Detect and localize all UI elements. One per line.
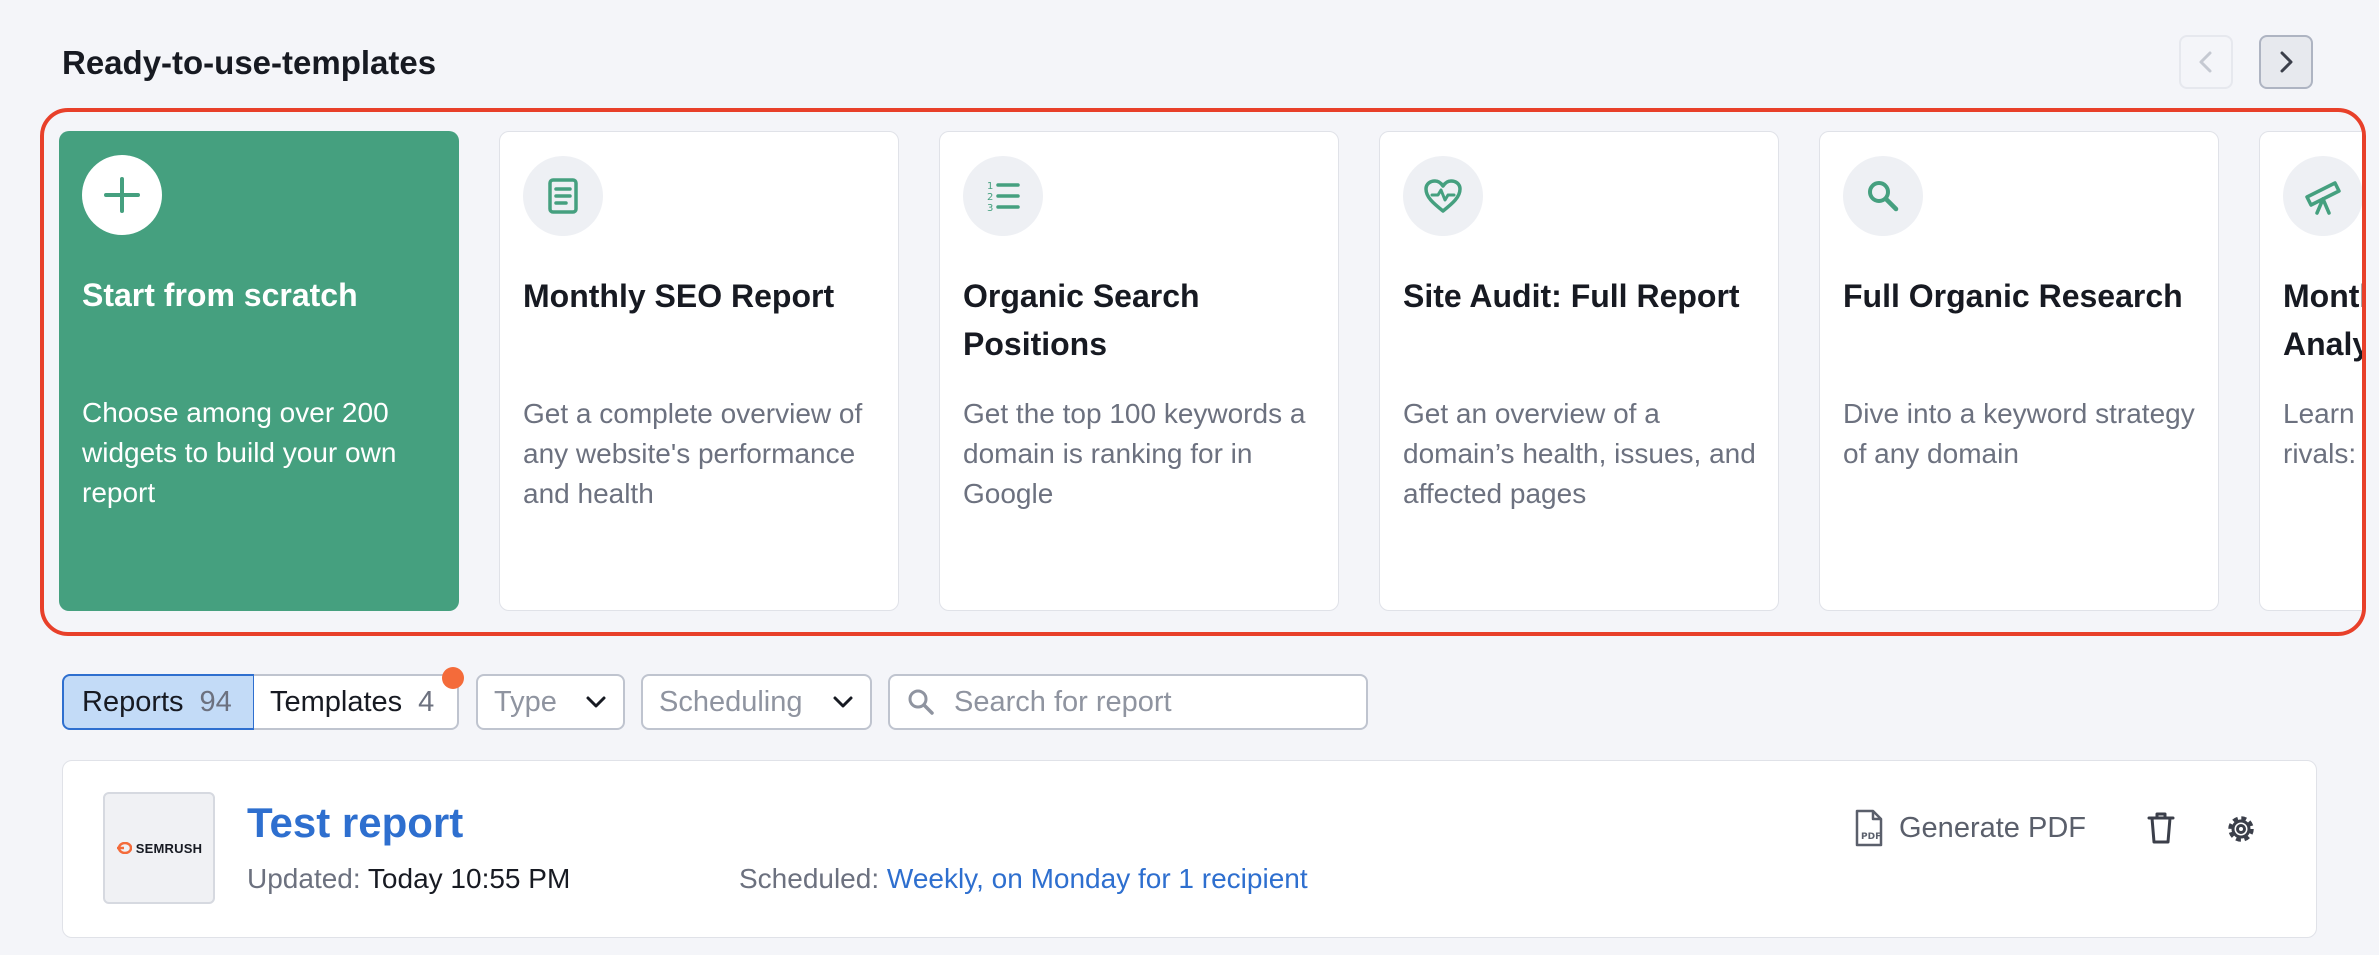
tab-reports[interactable]: Reports 94 [62, 674, 255, 730]
search-icon [1843, 156, 1923, 236]
template-card-title: Full Organic Research [1843, 278, 2183, 314]
template-card-title: Organic Search Positions [963, 278, 1200, 362]
tab-templates[interactable]: Templates 4 [254, 674, 459, 730]
chevron-left-icon [2199, 51, 2212, 73]
template-card-full-organic-research[interactable]: Full Organic Research Dive into a keywor… [1819, 131, 2219, 611]
search-placeholder: Search for report [954, 685, 1172, 718]
logo-text: SEMRUSH [135, 840, 203, 856]
svg-text:2: 2 [987, 192, 993, 203]
scheduling-dropdown-label: Scheduling [659, 685, 803, 718]
generate-pdf-label: Generate PDF [1899, 811, 2086, 844]
chevron-right-icon [2280, 51, 2293, 73]
template-card-site-audit-full-report[interactable]: Site Audit: Full Report Get an overview … [1379, 131, 1779, 611]
tab-templates-count: 4 [418, 685, 435, 718]
carousel-prev-button[interactable] [2179, 35, 2233, 89]
report-thumbnail[interactable]: SEMRUSH [103, 792, 215, 904]
template-card-start-from-scratch[interactable]: Start from scratch Choose among over 200… [59, 131, 459, 611]
report-row: SEMRUSH Test report Updated: Today 10:55… [62, 760, 2317, 938]
template-card-description: Get the top 100 keywords a domain is ran… [963, 398, 1306, 509]
scheduled-link[interactable]: Weekly, on Monday for 1 recipient [887, 863, 1308, 894]
template-card-monthly-competitor-analysis[interactable]: Monthly Competitor Analysis Learn more a… [2259, 131, 2362, 611]
svg-text:1: 1 [987, 181, 993, 192]
chevron-down-icon [586, 696, 606, 708]
generate-pdf-button[interactable]: PDF Generate PDF [1853, 809, 2086, 847]
updated-value: Today 10:55 PM [367, 863, 571, 894]
plus-icon [82, 155, 162, 235]
scheduling-dropdown[interactable]: Scheduling [641, 674, 872, 730]
telescope-icon [2283, 156, 2362, 236]
template-card-description: Get a complete overview of any website's… [523, 398, 863, 509]
tab-templates-label: Templates [270, 685, 403, 718]
settings-button[interactable] [2223, 811, 2259, 852]
tab-reports-count: 94 [199, 685, 232, 718]
search-input[interactable]: Search for report [888, 674, 1368, 730]
document-icon [523, 156, 603, 236]
svg-text:3: 3 [987, 203, 993, 214]
report-updated: Updated: Today 10:55 PM [247, 863, 570, 895]
gear-icon [2228, 816, 2254, 842]
semrush-logo-icon [116, 842, 132, 854]
template-card-monthly-seo-report[interactable]: Monthly SEO Report Get a complete overvi… [499, 131, 899, 611]
template-card-title: Monthly Competitor Analysis [2283, 278, 2362, 362]
heart-pulse-icon [1403, 156, 1483, 236]
delete-button[interactable] [2146, 811, 2176, 850]
scheduled-label: Scheduled: [739, 863, 880, 894]
template-card-organic-search-positions[interactable]: 1 2 3 Organic Search Positions Get the t… [939, 131, 1339, 611]
template-card-title: Start from scratch [82, 277, 358, 313]
template-card-title: Monthly SEO Report [523, 278, 835, 314]
section-title: Ready-to-use-templates [62, 44, 437, 81]
updated-label: Updated: [247, 863, 361, 894]
template-card-description: Learn more about your rivals: their traf… [2283, 398, 2362, 469]
search-icon [908, 689, 934, 715]
chevron-down-icon [833, 696, 853, 708]
numbered-list-icon: 1 2 3 [963, 156, 1043, 236]
template-card-description: Get an overview of a domain’s health, is… [1403, 398, 1756, 509]
tab-reports-label: Reports [82, 685, 184, 718]
trash-icon [2147, 812, 2175, 844]
type-dropdown[interactable]: Type [476, 674, 625, 730]
pdf-badge-text: PDF [1861, 832, 1881, 842]
templates-carousel: Start from scratch Choose among over 200… [40, 108, 2366, 636]
template-card-description: Choose among over 200 widgets to build y… [82, 397, 397, 508]
report-title-link[interactable]: Test report [247, 799, 463, 847]
template-card-title: Site Audit: Full Report [1403, 278, 1740, 314]
type-dropdown-label: Type [494, 685, 557, 718]
carousel-next-button[interactable] [2259, 35, 2313, 89]
template-card-description: Dive into a keyword strategy of any doma… [1843, 398, 2195, 469]
pdf-file-icon: PDF [1855, 809, 1883, 847]
report-scheduled: Scheduled: Weekly, on Monday for 1 recip… [739, 863, 1308, 895]
notification-dot [442, 667, 464, 689]
